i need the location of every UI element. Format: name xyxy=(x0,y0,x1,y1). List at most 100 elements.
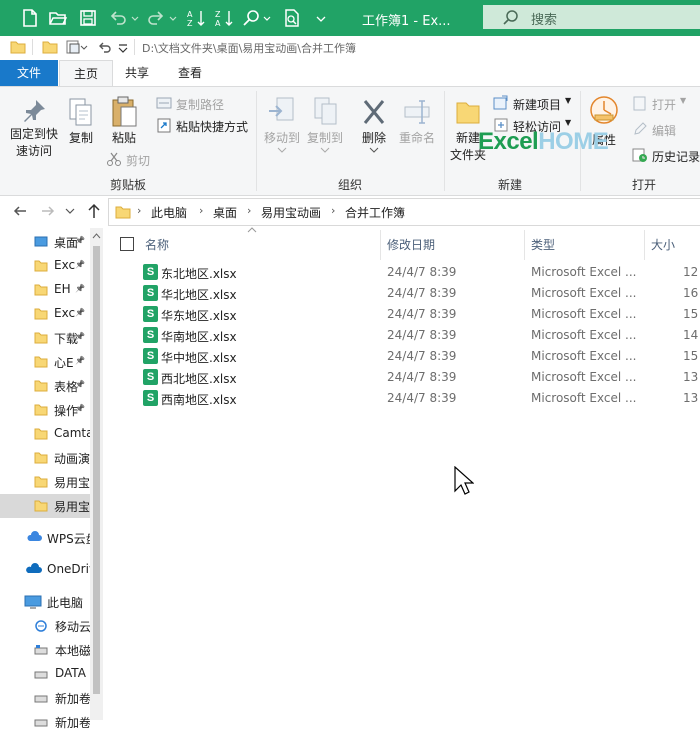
up-arrow-icon[interactable] xyxy=(86,202,102,220)
scroll-up-icon[interactable] xyxy=(92,232,101,240)
table-row[interactable]: S 华东地区.xlsx 24/4/7 8:39 Microsoft Excel ...… xyxy=(140,305,700,326)
sidebar-item[interactable]: Exc 📌 xyxy=(0,254,90,278)
customize-toolbar-icon[interactable] xyxy=(314,8,328,28)
back-arrow-icon[interactable] xyxy=(12,203,28,219)
excel-file-icon: S xyxy=(143,285,158,301)
file-name: 西北地区.xlsx xyxy=(161,372,237,386)
breadcrumb-this-pc[interactable]: 此电脑 xyxy=(151,204,187,221)
sidebar-item[interactable]: 易用宝 xyxy=(0,470,90,494)
sort-descending-icon[interactable]: ZA xyxy=(214,8,234,28)
sidebar-item-onedrive[interactable]: OneDrive xyxy=(0,558,90,582)
table-row[interactable]: S 华南地区.xlsx 24/4/7 8:39 Microsoft Excel ...… xyxy=(140,326,700,347)
breadcrumb-desktop[interactable]: 桌面 xyxy=(213,204,237,221)
sidebar-item[interactable]: 心E 📌 xyxy=(0,350,90,374)
address-bar: › 此电脑 › 桌面 › 易用宝动画 › 合并工作簿 xyxy=(0,196,700,226)
tab-view[interactable]: 查看 xyxy=(166,60,214,86)
tab-home[interactable]: 主页 xyxy=(59,60,113,87)
rename-button[interactable]: 重命名 xyxy=(396,95,438,146)
sidebar-item[interactable]: Camta xyxy=(0,422,90,446)
sidebar-item[interactable]: 操作 📌 xyxy=(0,398,90,422)
pin-label-1: 固定到快 xyxy=(9,127,58,141)
delete-button[interactable]: 删除 xyxy=(356,95,392,154)
copy-to-label: 复制到 xyxy=(306,131,343,145)
sidebar-item[interactable]: Exc 📌 xyxy=(0,302,90,326)
sidebar-item-label: 移动云 xyxy=(55,620,90,634)
svg-text:A: A xyxy=(215,19,221,28)
sort-ascending-icon[interactable]: AZ xyxy=(186,8,206,28)
move-to-button[interactable]: 移动到 xyxy=(262,95,302,154)
delete-label: 删除 xyxy=(361,131,386,145)
history-icon xyxy=(632,148,647,162)
redo-icon[interactable] xyxy=(146,8,166,28)
sidebar-item-new-vol1[interactable]: 新加卷 xyxy=(0,686,90,710)
pin-to-quick-access-button[interactable]: 固定到快 速访问 xyxy=(6,97,62,159)
customize-quick-access-icon[interactable] xyxy=(116,39,130,55)
print-preview-icon[interactable] xyxy=(282,8,302,28)
search-input[interactable]: 搜索 xyxy=(483,5,700,29)
table-row[interactable]: S 西北地区.xlsx 24/4/7 8:39 Microsoft Excel ...… xyxy=(140,368,700,389)
tab-file[interactable]: 文件 xyxy=(0,60,58,86)
sidebar-item-label: 此电脑 xyxy=(47,596,84,610)
breadcrumb-separator-icon[interactable]: › xyxy=(247,204,251,217)
column-header-type[interactable]: 类型 xyxy=(531,236,555,253)
save-icon[interactable] xyxy=(78,8,98,28)
undo-dropdown-icon[interactable] xyxy=(130,8,140,28)
sidebar-item-label: 易用宝 xyxy=(54,500,90,514)
sidebar-item-this-pc[interactable]: 此电脑 xyxy=(0,590,90,614)
sidebar-item-wps-cloud[interactable]: WPS云盘 xyxy=(0,526,90,550)
breadcrumb-separator-icon[interactable]: › xyxy=(199,204,203,217)
file-date: 24/4/7 8:39 xyxy=(387,349,457,363)
sidebar-item[interactable]: 表格 📌 xyxy=(0,374,90,398)
file-date: 24/4/7 8:39 xyxy=(387,370,457,384)
breadcrumb-separator-icon[interactable]: › xyxy=(137,204,141,217)
sidebar-item[interactable]: 动画演 xyxy=(0,446,90,470)
open-icon xyxy=(633,96,646,111)
pin-icon: 📌 xyxy=(75,380,85,389)
select-all-checkbox[interactable] xyxy=(120,237,134,251)
forward-arrow-icon[interactable] xyxy=(40,203,56,219)
find-dropdown-icon[interactable] xyxy=(262,8,272,28)
column-header-name[interactable]: 名称 xyxy=(145,236,169,253)
find-icon[interactable] xyxy=(242,8,262,28)
tab-share[interactable]: 共享 xyxy=(114,60,160,86)
organize-group-label: 组织 xyxy=(338,178,363,192)
sidebar-item[interactable]: 桌面 📌 xyxy=(0,230,90,254)
table-row[interactable]: S 西南地区.xlsx 24/4/7 8:39 Microsoft Excel ...… xyxy=(140,389,700,410)
table-row[interactable]: S 东北地区.xlsx 24/4/7 8:39 Microsoft Excel ...… xyxy=(140,263,700,284)
copy-button[interactable]: 复制 xyxy=(64,97,98,146)
copy-to-button[interactable]: 复制到 xyxy=(304,95,346,154)
sidebar-item[interactable]: EH 📌 xyxy=(0,278,90,302)
sidebar-item-mobile[interactable]: 移动云 xyxy=(0,614,90,638)
redo-dropdown-icon[interactable] xyxy=(168,8,178,28)
table-row[interactable]: S 华北地区.xlsx 24/4/7 8:39 Microsoft Excel ...… xyxy=(140,284,700,305)
column-header-date[interactable]: 修改日期 xyxy=(387,236,435,253)
window-path: D:\文档文件夹\桌面\易用宝动画\合并工作簿 xyxy=(142,42,356,55)
edit-icon xyxy=(634,122,647,135)
table-row[interactable]: S 华中地区.xlsx 24/4/7 8:39 Microsoft Excel ...… xyxy=(140,347,700,368)
properties-icon[interactable] xyxy=(66,39,88,55)
breadcrumb-merge-workbooks[interactable]: 合并工作簿 xyxy=(345,204,405,221)
open-folder-icon[interactable] xyxy=(48,8,68,28)
sidebar-item-new-vol2[interactable]: 新加卷 xyxy=(0,710,90,734)
scroll-thumb[interactable] xyxy=(93,246,100,694)
new-folder-icon xyxy=(456,102,480,124)
paste-button[interactable]: 粘贴 xyxy=(104,95,144,146)
sidebar-item[interactable]: 下载 📌 xyxy=(0,326,90,350)
column-header-size[interactable]: 大小 xyxy=(651,236,675,253)
copy-to-dropdown-icon xyxy=(320,147,330,153)
nav-scrollbar[interactable] xyxy=(90,228,103,720)
excel-home-logo: ExcelHOME xyxy=(478,128,609,155)
breadcrumb-separator-icon[interactable]: › xyxy=(331,204,335,217)
sidebar-item-local-disk[interactable]: 本地磁 xyxy=(0,638,90,662)
sidebar-item-label: WPS云盘 xyxy=(47,532,90,546)
address-box[interactable]: › 此电脑 › 桌面 › 易用宝动画 › 合并工作簿 xyxy=(108,198,700,226)
recent-locations-icon[interactable] xyxy=(64,203,76,219)
properties-icon xyxy=(590,96,618,124)
undo-icon[interactable] xyxy=(108,8,128,28)
sidebar-item[interactable]: 易用宝 xyxy=(0,494,90,518)
undo-icon[interactable] xyxy=(96,39,114,55)
new-folder-icon[interactable] xyxy=(42,39,58,55)
breadcrumb-easyuse-animation[interactable]: 易用宝动画 xyxy=(261,204,321,221)
new-file-icon[interactable] xyxy=(20,8,40,28)
sidebar-item-data[interactable]: DATA xyxy=(0,662,90,686)
